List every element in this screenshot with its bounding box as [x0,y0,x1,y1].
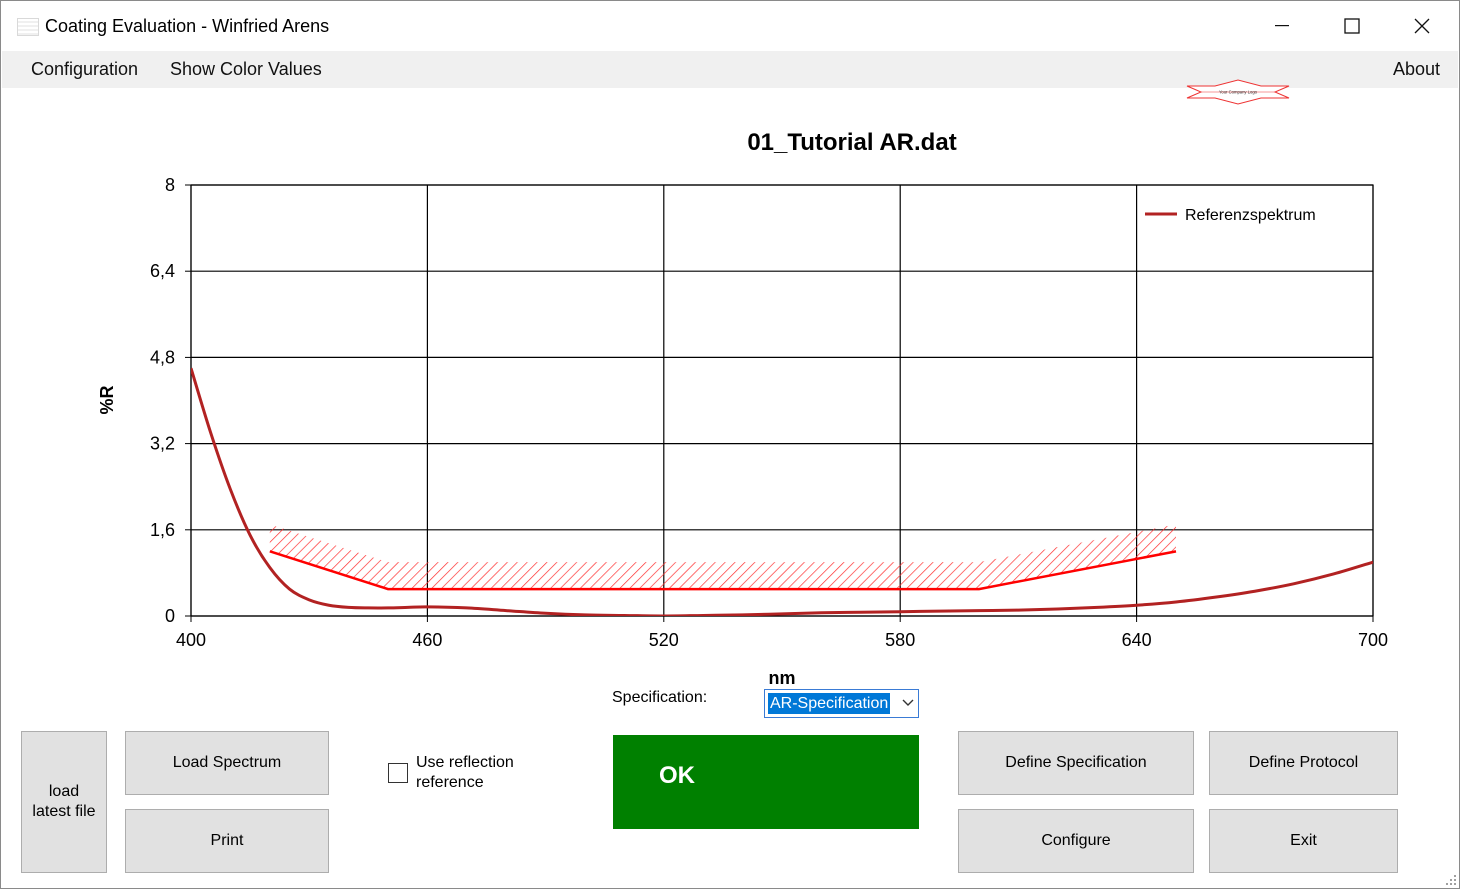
minimize-button[interactable] [1247,1,1317,51]
print-button[interactable]: Print [125,809,329,873]
configure-label: Configure [1041,832,1111,849]
app-window: Coating Evaluation - Winfried Arens Conf… [0,0,1460,889]
title-bar: Coating Evaluation - Winfried Arens [1,1,1459,51]
menu-show-color-values[interactable]: Show Color Values [170,59,322,80]
specification-value: AR-Specification [768,693,891,714]
plot-border [190,184,1374,617]
exit-label: Exit [1290,832,1317,849]
x-tick-label: 520 [649,630,679,650]
menu-configuration[interactable]: Configuration [31,59,138,80]
minimize-icon [1275,25,1289,27]
y-tick-label: 8 [165,175,175,195]
spec-tolerance-area [269,524,1176,590]
use-reflection-reference-label[interactable]: Use reflection reference [416,753,546,793]
use-reflection-reference-checkbox[interactable] [388,763,408,783]
configure-button[interactable]: Configure [958,809,1194,873]
print-label: Print [210,832,244,849]
chart-area: 01_Tutorial AR.dat 400 460 520 580 640 700 0 1,… [1,88,1460,728]
resize-grip-icon[interactable] [1445,874,1457,886]
define-protocol-button[interactable]: Define Protocol [1209,731,1398,795]
y-tick-label: 4,8 [150,347,175,367]
y-tick-label: 3,2 [150,434,175,454]
load-latest-file-label: load latest file [32,783,96,820]
define-specification-button[interactable]: Define Specification [958,731,1194,795]
app-icon [17,18,39,36]
load-spectrum-label: Load Spectrum [172,754,282,771]
x-tick-label: 400 [176,630,206,650]
y-tick-label: 1,6 [150,520,175,540]
status-text: OK [659,762,695,789]
specification-dropdown[interactable]: AR-Specification [764,689,919,718]
define-protocol-label: Define Protocol [1248,754,1359,771]
y-tick-label: 6,4 [150,261,175,281]
define-specification-label: Define Specification [1005,754,1147,771]
x-tick-label: 640 [1122,630,1152,650]
menu-about[interactable]: About [1393,59,1440,80]
x-tick-label: 700 [1358,630,1388,650]
y-tick-label: 0 [165,606,175,626]
x-tick-label: 580 [885,630,915,650]
close-icon [1414,18,1430,34]
maximize-icon [1344,18,1360,34]
window-title: Coating Evaluation - Winfried Arens [45,16,330,36]
exit-button[interactable]: Exit [1209,809,1398,873]
maximize-button[interactable] [1317,1,1387,51]
load-spectrum-button[interactable]: Load Spectrum [125,731,329,795]
spectrum-chart: 01_Tutorial AR.dat 400 460 520 580 640 700 0 1,… [97,129,1388,688]
close-button[interactable] [1387,1,1457,51]
spec-hatch-band [269,524,1176,590]
x-tick-label: 460 [412,630,442,650]
chevron-down-icon [902,699,914,706]
chart-grid [190,184,1374,617]
load-latest-file-button[interactable]: load latest file [21,731,107,873]
chart-title: 01_Tutorial AR.dat [747,129,956,156]
legend-label: Referenzspektrum [1185,207,1316,224]
chart-legend: Referenzspektrum [1145,207,1316,224]
y-axis-label: %R [97,385,117,414]
evaluation-status-panel: OK [613,735,919,829]
x-axis-label: nm [769,668,796,688]
specification-label: Specification: [612,689,708,706]
